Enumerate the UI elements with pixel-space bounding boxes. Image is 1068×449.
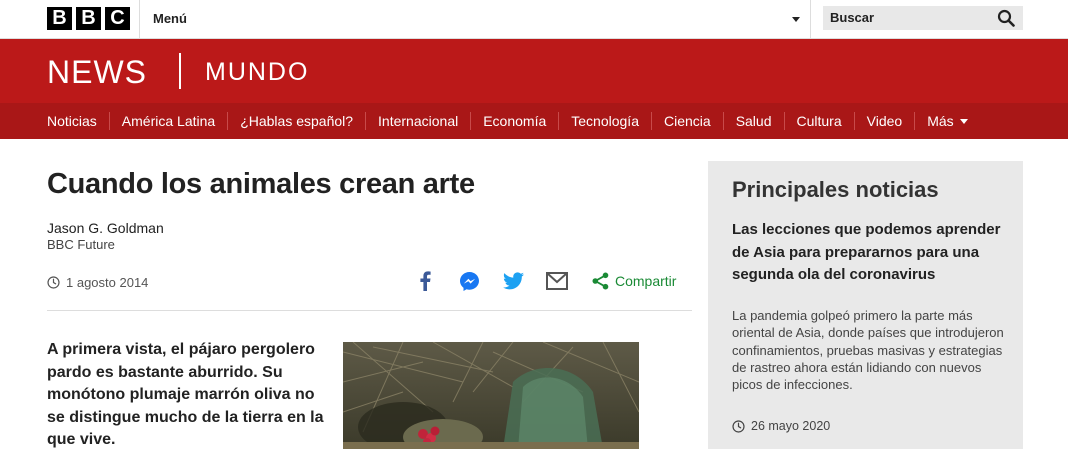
top-bar: B B C Menú Buscar [0,0,1068,39]
nav-item-economia[interactable]: Economía [470,112,558,130]
article-divider [47,310,692,311]
share-icon [592,272,609,290]
search-label: Buscar [830,10,875,25]
bowerbird-photo [343,342,639,449]
nav-more-button[interactable]: Más [914,112,979,130]
search-input[interactable]: Buscar [823,6,1023,30]
nav-item-america-latina[interactable]: América Latina [108,112,227,130]
article-lead: A primera vista, el pájaro pergolero par… [47,341,324,448]
top-story-summary: La pandemia golpeó primero la parte más … [732,308,1004,393]
article-date: 1 agosto 2014 [47,275,148,290]
chevron-down-icon [792,17,800,22]
top-stories-title: Principales noticias [732,177,939,202]
share-label: Compartir [615,273,677,289]
top-story-date: 26 mayo 2020 [732,419,830,433]
nav-item-internacional[interactable]: Internacional [365,112,470,130]
brand-divider [179,53,181,89]
logo-letter-b1: B [47,7,72,30]
article-date-text: 1 agosto 2014 [66,275,149,290]
nav-item-noticias[interactable]: Noticias [47,112,109,130]
messenger-icon[interactable] [458,270,480,292]
mundo-logo[interactable]: MUNDO [205,58,309,87]
clock-icon [732,419,745,433]
facebook-icon[interactable] [414,270,436,292]
twitter-icon[interactable] [502,270,524,292]
chevron-down-icon [959,118,968,124]
menu-label: Menú [153,11,187,26]
bbc-logo[interactable]: B B C [47,7,130,30]
nav-item-video[interactable]: Video [853,112,915,130]
logo-letter-c: C [105,7,130,30]
article-source: BBC Future [47,237,115,252]
share-toolbar: Compartir [414,270,676,292]
nav-item-cultura[interactable]: Cultura [783,112,854,130]
nav-item-tecnologia[interactable]: Tecnología [558,112,651,130]
article-author: Jason G. Goldman [47,220,164,236]
search-icon[interactable] [997,9,1015,27]
section-nav: Noticias América Latina ¿Hablas español?… [0,103,1068,139]
nav-more-label: Más [927,113,954,129]
email-icon[interactable] [546,270,568,292]
nav-item-ciencia[interactable]: Ciencia [650,112,723,130]
nav-item-hablas-espanol[interactable]: ¿Hablas español? [227,112,365,130]
article-title: Cuando los animales crean arte [47,168,475,200]
clock-icon [47,276,60,289]
top-story-date-text: 26 mayo 2020 [751,419,831,433]
brand-banner: NEWS MUNDO [0,39,1068,103]
nav-item-salud[interactable]: Salud [722,112,784,130]
share-button[interactable]: Compartir [592,272,676,290]
menu-button[interactable]: Menú [139,0,811,39]
top-stories-panel: Principales noticias Las lecciones que p… [708,161,1023,449]
logo-letter-b2: B [76,7,101,30]
news-logo[interactable]: NEWS [47,54,147,91]
top-story-headline[interactable]: Las lecciones que podemos aprender de As… [732,219,1007,287]
